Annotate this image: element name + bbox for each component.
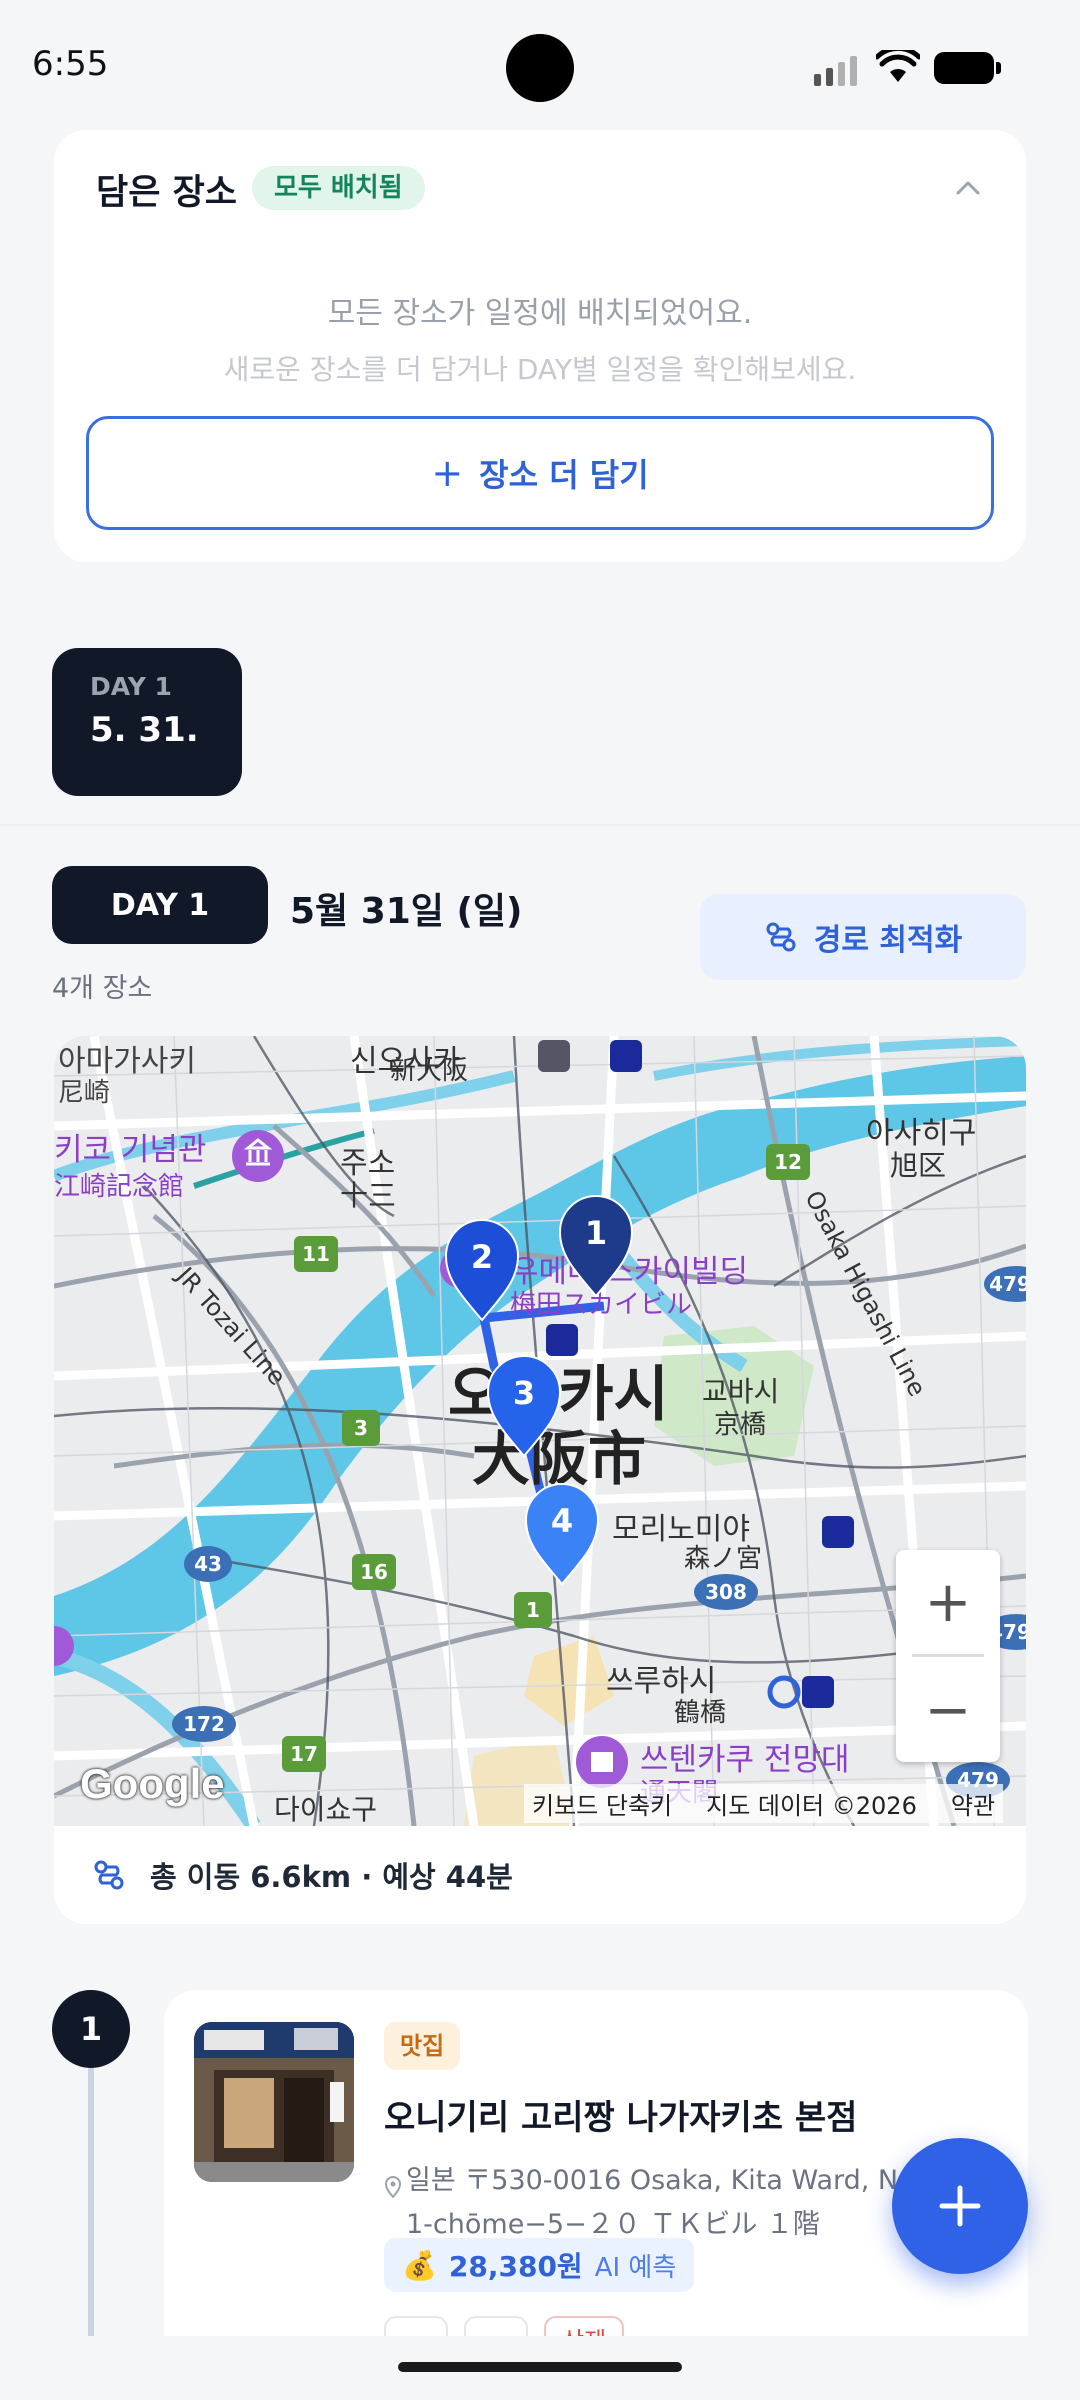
step-number: 1 [52,1990,130,2068]
price-value: 28,380원 [448,2250,583,2283]
plus-icon: + [431,451,464,495]
saved-places-message: 모든 장소가 일정에 배치되었어요. [327,296,753,331]
terms-link[interactable]: 약관 [951,1786,995,1821]
location-pin-icon [384,2176,402,2198]
price-note: AI 예측 [594,2252,677,2283]
home-indicator[interactable] [398,2362,682,2372]
day-tab-date: 5. 31. [90,710,199,750]
front-camera [506,34,574,102]
saved-places-title: 담은 장소 [96,173,237,213]
money-bag-icon: 💰 [402,2248,437,2282]
route-map[interactable]: 아마가사키 尼崎 키코 기념관 江崎記念館 신오사카 新大阪 주소 十三 아사히… [54,1036,1026,1826]
route-pins: 1 2 3 4 [444,1195,634,1586]
svg-text:4: 4 [551,1502,573,1540]
route-summary-text: 총 이동 6.6km · 예상 44분 [150,1860,513,1894]
add-more-label: 장소 더 담기 [479,456,649,494]
keyboard-shortcuts-link[interactable]: 키보드 단축키 [532,1786,672,1821]
wifi-icon [876,50,920,82]
add-more-places-button[interactable]: + 장소 더 담기 [86,416,994,530]
day-date: 5월 31일 (일) [290,891,523,932]
add-place-fab[interactable] [892,2138,1028,2274]
place-thumbnail [194,2022,354,2182]
signal-icon [814,52,857,86]
zoom-in-button[interactable]: + [896,1550,1000,1654]
route-icon [766,922,796,952]
map-data-credit: 지도 데이터 ©2026 [706,1792,917,1820]
place-address-line2: 1-chōme−5−２０ ＴＫビル １階 [406,2209,820,2240]
map-attribution: 키보드 단축키 지도 데이터 ©2026 약관 [524,1784,1004,1823]
place-count: 4개 장소 [52,973,153,1004]
saved-places-sub-message: 새로운 장소를 더 담거나 DAY별 일정을 확인해보세요. [223,353,857,386]
route-icon [94,1860,124,1890]
route-summary: 총 이동 6.6km · 예상 44분 [54,1826,1026,1924]
plus-icon [939,2185,981,2227]
optimize-route-button[interactable]: 경로 최적화 [700,894,1026,980]
svg-text:3: 3 [513,1374,535,1412]
google-logo: Google [80,1760,225,1807]
map-pin-1-icon: 1 [558,1195,634,1298]
status-time: 6:55 [32,44,109,84]
price-estimate: 💰 28,380원 AI 예측 [384,2238,695,2292]
status-badge: 모두 배치됨 [252,166,425,210]
optimize-route-label: 경로 최적화 [813,923,963,958]
map-pin-2-icon: 2 [444,1219,520,1322]
zoom-out-button[interactable]: − [896,1658,1000,1762]
place-address-line1: 일본 〒530-0016 Osaka, Kita Ward, Nakazakin… [406,2165,966,2196]
category-badge: 맛집 [384,2022,461,2070]
svg-text:2: 2 [471,1238,493,1276]
map-pin-4-icon: 4 [524,1483,600,1586]
zoom-divider [912,1654,984,1657]
timeline-line [88,2064,94,2344]
section-divider [0,824,1080,826]
place-name: 오니기리 고리짱 나가자키초 본점 [384,2098,858,2138]
svg-text:1: 1 [585,1214,607,1252]
day-tab-1[interactable]: DAY 1 5. 31. [52,648,242,796]
map-zoom-controls: + − [896,1550,1000,1762]
day-label-pill: DAY 1 [52,866,268,944]
chevron-up-icon[interactable] [954,174,982,202]
status-bar: 6:55 [0,0,1080,132]
day-tab-label: DAY 1 [90,672,172,701]
saved-places-card: 담은 장소 모두 배치됨 모든 장소가 일정에 배치되었어요. 새로운 장소를 … [54,130,1026,562]
battery-icon [934,52,1001,84]
map-card: 아마가사키 尼崎 키코 기념관 江崎記念館 신오사카 新大阪 주소 十三 아사히… [54,1036,1026,1924]
map-pin-3-icon: 3 [486,1355,562,1458]
